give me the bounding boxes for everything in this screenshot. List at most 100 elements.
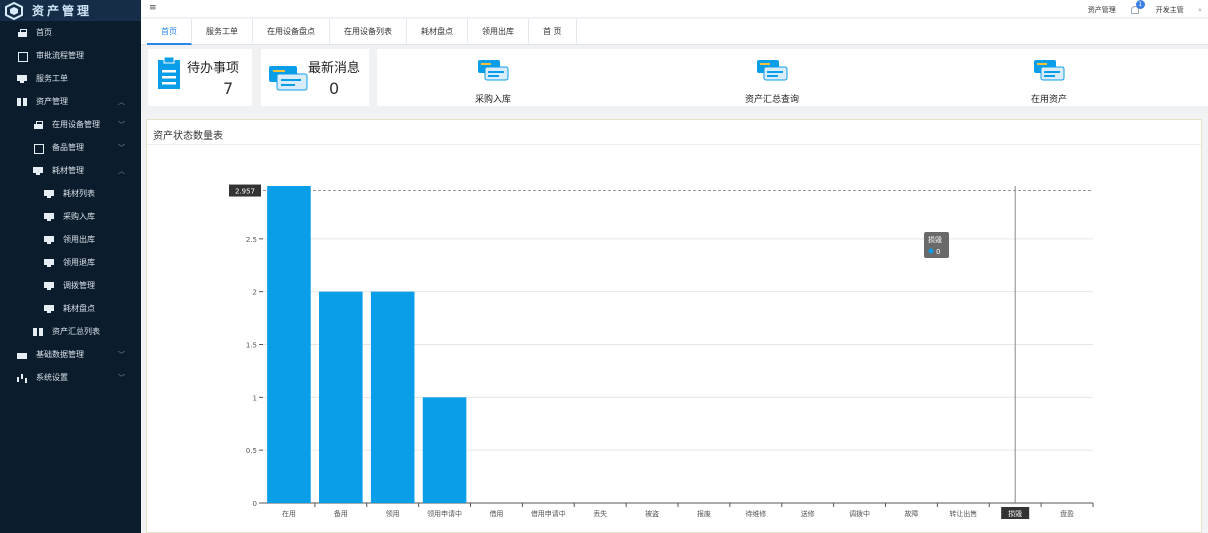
sidebar-item-label: 服务工单	[36, 74, 68, 83]
sidebar-item-label: 基础数据管理	[36, 350, 84, 359]
tab[interactable]: 领用出库	[468, 19, 529, 45]
tab[interactable]: 服务工单	[192, 19, 253, 45]
sidebar-item[interactable]: 耗材盘点	[0, 297, 141, 320]
monitor-icon	[17, 74, 28, 83]
tab-bar: 首页 服务工单 在用设备盘点 在用设备列表 耗材盘点 领用出库首 页	[141, 19, 1208, 45]
x-tick-label: 丢失	[593, 509, 607, 518]
todo-card[interactable]: 待办事项 7	[148, 49, 252, 106]
quick-links: 采购入库 资产汇总查询 在用资产	[377, 49, 1208, 106]
x-tick-label: 报废	[697, 509, 711, 518]
sidebar-item[interactable]: 首页	[0, 21, 141, 44]
module-label[interactable]: 资产管理	[1088, 5, 1116, 15]
quick-link-label: 资产汇总查询	[744, 95, 799, 105]
sidebar-item[interactable]: 调拨管理	[0, 274, 141, 297]
sidebar-item-label: 资产汇总列表	[52, 327, 100, 336]
clipboard-icon	[158, 56, 180, 89]
sidebar-item-label: 领用退库	[63, 258, 95, 267]
todo-title: 待办事项	[187, 61, 240, 76]
x-tick-label: 送修	[801, 509, 815, 518]
bar[interactable]	[267, 186, 311, 503]
sidebar-item[interactable]: 在用设备管理 ﹀	[0, 113, 141, 136]
monitor-icon	[44, 235, 55, 244]
messages-count: 0	[329, 79, 340, 98]
app-title: 资产管理	[32, 4, 93, 18]
x-tick-label: 故障	[904, 509, 918, 518]
split-icon	[33, 327, 44, 336]
sidebar-item[interactable]: 耗材管理 ︿	[0, 159, 141, 182]
sidebar-item[interactable]: 审批流程管理	[0, 44, 141, 67]
bar-chart[interactable]: 0 0.5 1 1.5 2 2.5 2.957 在用 备用 领用 领用申请中 借用 借用申请中 丢失 被盗 报…	[147, 120, 1201, 532]
document-icon	[33, 143, 44, 154]
sidebar-item[interactable]: 备品管理 ﹀	[0, 136, 141, 159]
chat-icon	[757, 60, 788, 81]
sidebar-item[interactable]: 系统设置 ﹀	[0, 366, 141, 389]
logo: 资产管理	[0, 0, 141, 21]
bell-icon[interactable]: 1	[1130, 0, 1145, 15]
tab[interactable]: 首页	[147, 19, 192, 45]
bar[interactable]	[319, 291, 363, 503]
x-tick-label: 转让出售	[949, 509, 977, 518]
sidebar-item-label: 审批流程管理	[36, 51, 84, 60]
quick-link-label: 采购入库	[474, 95, 511, 105]
x-tick-label: 备用	[334, 509, 348, 518]
tab[interactable]: 在用设备盘点	[253, 19, 330, 45]
y-tick-label: 2.5	[246, 236, 257, 244]
bar[interactable]	[370, 291, 415, 503]
sidebar-menu: 首页 审批流程管理 服务工单 资产管理 ︿ 在用设备管理 ﹀ 备品管理 ﹀ 耗材管理 ︿ 耗材列表 采购…	[0, 21, 141, 389]
quick-link[interactable]: 在用资产	[989, 49, 1109, 106]
monitor-icon	[44, 304, 55, 313]
hamburger-icon[interactable]: ≡	[149, 3, 157, 13]
sidebar-item-label: 耗材管理	[52, 166, 84, 175]
tab[interactable]: 首 页	[529, 19, 577, 45]
monitor-icon	[44, 281, 55, 290]
sidebar-item-label: 耗材盘点	[63, 304, 95, 313]
sidebar-item[interactable]: 资产汇总列表	[0, 320, 141, 343]
y-tick-label: 2	[253, 289, 257, 297]
y-tick-label: 1	[253, 394, 257, 402]
todo-count: 7	[223, 79, 234, 98]
monitor-icon	[44, 212, 55, 221]
x-tick-label: 领用	[386, 509, 400, 518]
monitor-icon	[33, 166, 44, 175]
split-icon	[17, 97, 28, 106]
document-icon	[17, 51, 28, 62]
bar[interactable]	[422, 397, 467, 503]
quick-cards: 待办事项 7 最新消息 0 采购入库 资产汇总查询 在用资产	[141, 45, 1208, 113]
chevron-down-icon: ﹀	[118, 121, 125, 129]
sidebar-item[interactable]: 采购入库	[0, 205, 141, 228]
sidebar-item-label: 在用设备管理	[52, 120, 100, 129]
sidebar-item-label: 系统设置	[36, 373, 68, 382]
tab[interactable]: 耗材盘点	[407, 19, 468, 45]
monitor-icon	[44, 258, 55, 267]
sidebar-item-label: 首页	[36, 28, 52, 37]
quick-link[interactable]: 资产汇总查询	[712, 49, 832, 106]
tooltip-title: 损毁	[928, 235, 942, 244]
y-tick-label: 0	[253, 500, 257, 508]
user-name[interactable]: 开发主管	[1156, 5, 1184, 15]
sidebar-item[interactable]: 领用退库	[0, 251, 141, 274]
x-tick-label: 借用申请中	[531, 509, 566, 518]
sidebar-item-label: 耗材列表	[63, 189, 95, 198]
messages-card[interactable]: 最新消息 0	[261, 49, 369, 106]
quick-link-label: 在用资产	[1030, 95, 1067, 105]
collapse-icon[interactable]: «	[1198, 6, 1202, 14]
quick-link[interactable]: 采购入库	[433, 49, 553, 106]
tab[interactable]: 在用设备列表	[330, 19, 407, 45]
sidebar: 资产管理 首页 审批流程管理 服务工单 资产管理 ︿ 在用设备管理 ﹀ 备品管理 ﹀ 耗材管理 ︿ 耗…	[0, 0, 141, 533]
chevron-down-icon: ﹀	[118, 351, 125, 359]
top-bar: ≡ 资产管理 1 开发主管 «	[141, 0, 1208, 18]
x-tick-label: 损毁	[1008, 509, 1022, 518]
sidebar-item[interactable]: 服务工单	[0, 67, 141, 90]
sidebar-item-label: 备品管理	[52, 143, 84, 152]
sidebar-item[interactable]: 领用出库	[0, 228, 141, 251]
y-tick-label: 0.5	[246, 447, 257, 455]
y-tick-label: 1.5	[246, 342, 257, 350]
chat-icon	[1034, 60, 1065, 81]
chat-icon	[269, 66, 308, 91]
home-icon	[17, 28, 28, 37]
sidebar-item-label: 领用出库	[63, 235, 95, 244]
sidebar-item[interactable]: 基础数据管理 ﹀	[0, 343, 141, 366]
chevron-down-icon: ﹀	[118, 374, 125, 382]
sidebar-item[interactable]: 资产管理 ︿	[0, 90, 141, 113]
sidebar-item[interactable]: 耗材列表	[0, 182, 141, 205]
